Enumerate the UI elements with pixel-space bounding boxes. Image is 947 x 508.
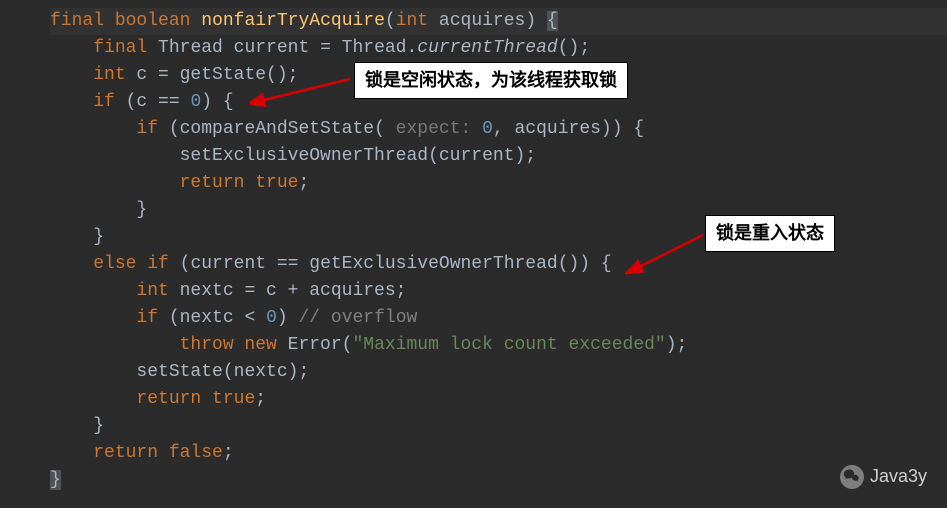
watermark: Java3y bbox=[840, 463, 927, 490]
code-line: if (compareAndSetState( expect: 0, acqui… bbox=[50, 116, 947, 143]
code-line: return false; bbox=[50, 440, 947, 467]
code-line: setState(nextc); bbox=[50, 359, 947, 386]
code-line: return true; bbox=[50, 386, 947, 413]
code-line: throw new Error("Maximum lock count exce… bbox=[50, 332, 947, 359]
code-line: final boolean nonfairTryAcquire(int acqu… bbox=[50, 8, 947, 35]
code-line: } bbox=[50, 413, 947, 440]
watermark-text: Java3y bbox=[870, 463, 927, 490]
annotation-lock-reentrant: 锁是重入状态 bbox=[705, 215, 835, 252]
code-line: int nextc = c + acquires; bbox=[50, 278, 947, 305]
code-line: else if (current == getExclusiveOwnerThr… bbox=[50, 251, 947, 278]
wechat-icon bbox=[840, 465, 864, 489]
code-line: setExclusiveOwnerThread(current); bbox=[50, 143, 947, 170]
code-line: if (nextc < 0) // overflow bbox=[50, 305, 947, 332]
code-line: } bbox=[50, 467, 947, 494]
annotation-lock-idle: 锁是空闲状态，为该线程获取锁 bbox=[354, 62, 628, 99]
code-line: final Thread current = Thread.currentThr… bbox=[50, 35, 947, 62]
code-line: return true; bbox=[50, 170, 947, 197]
